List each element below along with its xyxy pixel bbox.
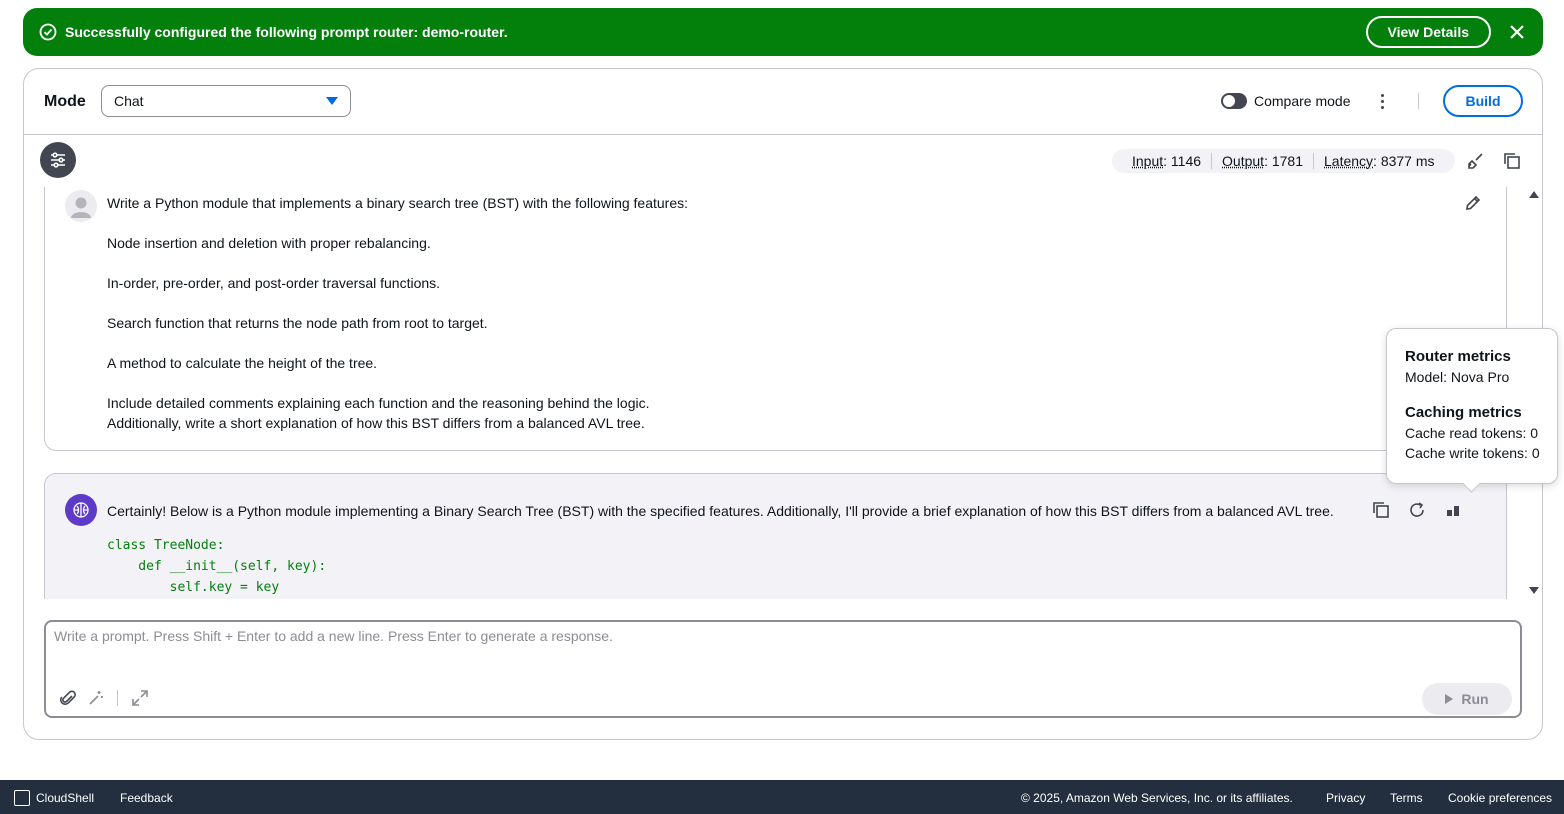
scroll-down-arrow-icon[interactable] <box>1529 587 1539 594</box>
router-metrics-title: Router metrics <box>1405 348 1511 365</box>
caching-metrics-title: Caching metrics <box>1405 404 1522 421</box>
conversation-area[interactable]: Write a Python module that implements a … <box>24 187 1524 599</box>
console-footer: CloudShell Feedback © 2025, Amazon Web S… <box>0 780 1564 814</box>
user-avatar-icon <box>65 190 97 222</box>
divider <box>1418 93 1419 109</box>
token-metrics-bar: Input: 1146 Output: 1781 Latency: 8377 m… <box>1112 149 1455 173</box>
expand-icon[interactable] <box>130 688 150 708</box>
user-message-text: Write a Python module that implements a … <box>107 195 689 431</box>
metric-latency: Latency: 8377 ms <box>1324 153 1435 169</box>
compare-mode-label: Compare mode <box>1254 93 1351 109</box>
success-flash-banner: Successfully configured the following pr… <box>23 8 1543 56</box>
scroll-up-arrow-icon[interactable] <box>1529 191 1539 198</box>
settings-sliders-icon[interactable] <box>40 142 76 178</box>
prompt-input-box: Run <box>44 620 1522 718</box>
cloudshell-link[interactable]: CloudShell <box>36 791 94 805</box>
edit-pencil-icon[interactable] <box>1463 193 1483 213</box>
metric-output: Output: 1781 <box>1222 153 1303 169</box>
play-icon <box>1445 694 1454 704</box>
cloudshell-icon[interactable] <box>14 790 30 806</box>
metrics-bar-chart-icon[interactable] <box>1443 500 1463 520</box>
close-icon[interactable] <box>1507 22 1527 42</box>
compare-mode-toggle[interactable] <box>1221 93 1247 109</box>
assistant-message: Certainly! Below is a Python module impl… <box>44 473 1507 599</box>
router-metrics-popover: Router metrics Model: Nova Pro Caching m… <box>1386 328 1558 484</box>
mode-select[interactable]: Chat <box>101 85 351 117</box>
cookie-preferences-link[interactable]: Cookie preferences <box>1448 791 1552 805</box>
terms-link[interactable]: Terms <box>1390 791 1423 805</box>
feedback-link[interactable]: Feedback <box>120 791 173 805</box>
toolbar-divider <box>117 690 118 706</box>
assistant-message-text: Certainly! Below is a Python module impl… <box>107 503 1334 519</box>
prompt-input[interactable] <box>54 628 1494 668</box>
build-button[interactable]: Build <box>1443 85 1523 117</box>
assistant-brain-icon <box>65 494 97 526</box>
panel-header: Mode Chat Compare mode Build <box>24 69 1542 135</box>
copy-icon[interactable] <box>1371 500 1391 520</box>
playground-panel: Mode Chat Compare mode Build Input: 1146… <box>23 68 1543 740</box>
mode-label: Mode <box>44 93 86 110</box>
more-options-icon[interactable] <box>1372 91 1392 111</box>
copyright-text: © 2025, Amazon Web Services, Inc. or its… <box>1021 791 1293 805</box>
check-circle-icon <box>39 23 57 41</box>
user-message: Write a Python module that implements a … <box>44 187 1507 451</box>
clear-brush-icon[interactable] <box>1466 151 1486 171</box>
copy-icon[interactable] <box>1502 151 1522 171</box>
metric-input: Input: 1146 <box>1132 153 1202 169</box>
caret-down-icon <box>326 97 338 105</box>
router-model: Model: Nova Pro <box>1405 369 1510 385</box>
attach-paperclip-icon[interactable] <box>58 688 78 708</box>
view-details-button[interactable]: View Details <box>1365 16 1491 48</box>
regenerate-icon[interactable] <box>1407 500 1427 520</box>
run-button[interactable]: Run <box>1422 683 1512 715</box>
mode-select-value: Chat <box>114 93 144 109</box>
privacy-link[interactable]: Privacy <box>1326 791 1365 805</box>
magic-wand-icon[interactable] <box>86 688 106 708</box>
code-block: class TreeNode: def __init__(self, key):… <box>107 538 327 595</box>
flash-message: Successfully configured the following pr… <box>65 24 508 40</box>
cache-read-tokens: Cache read tokens: 0 <box>1405 425 1539 441</box>
cache-write-tokens: Cache write tokens: 0 <box>1405 445 1540 461</box>
